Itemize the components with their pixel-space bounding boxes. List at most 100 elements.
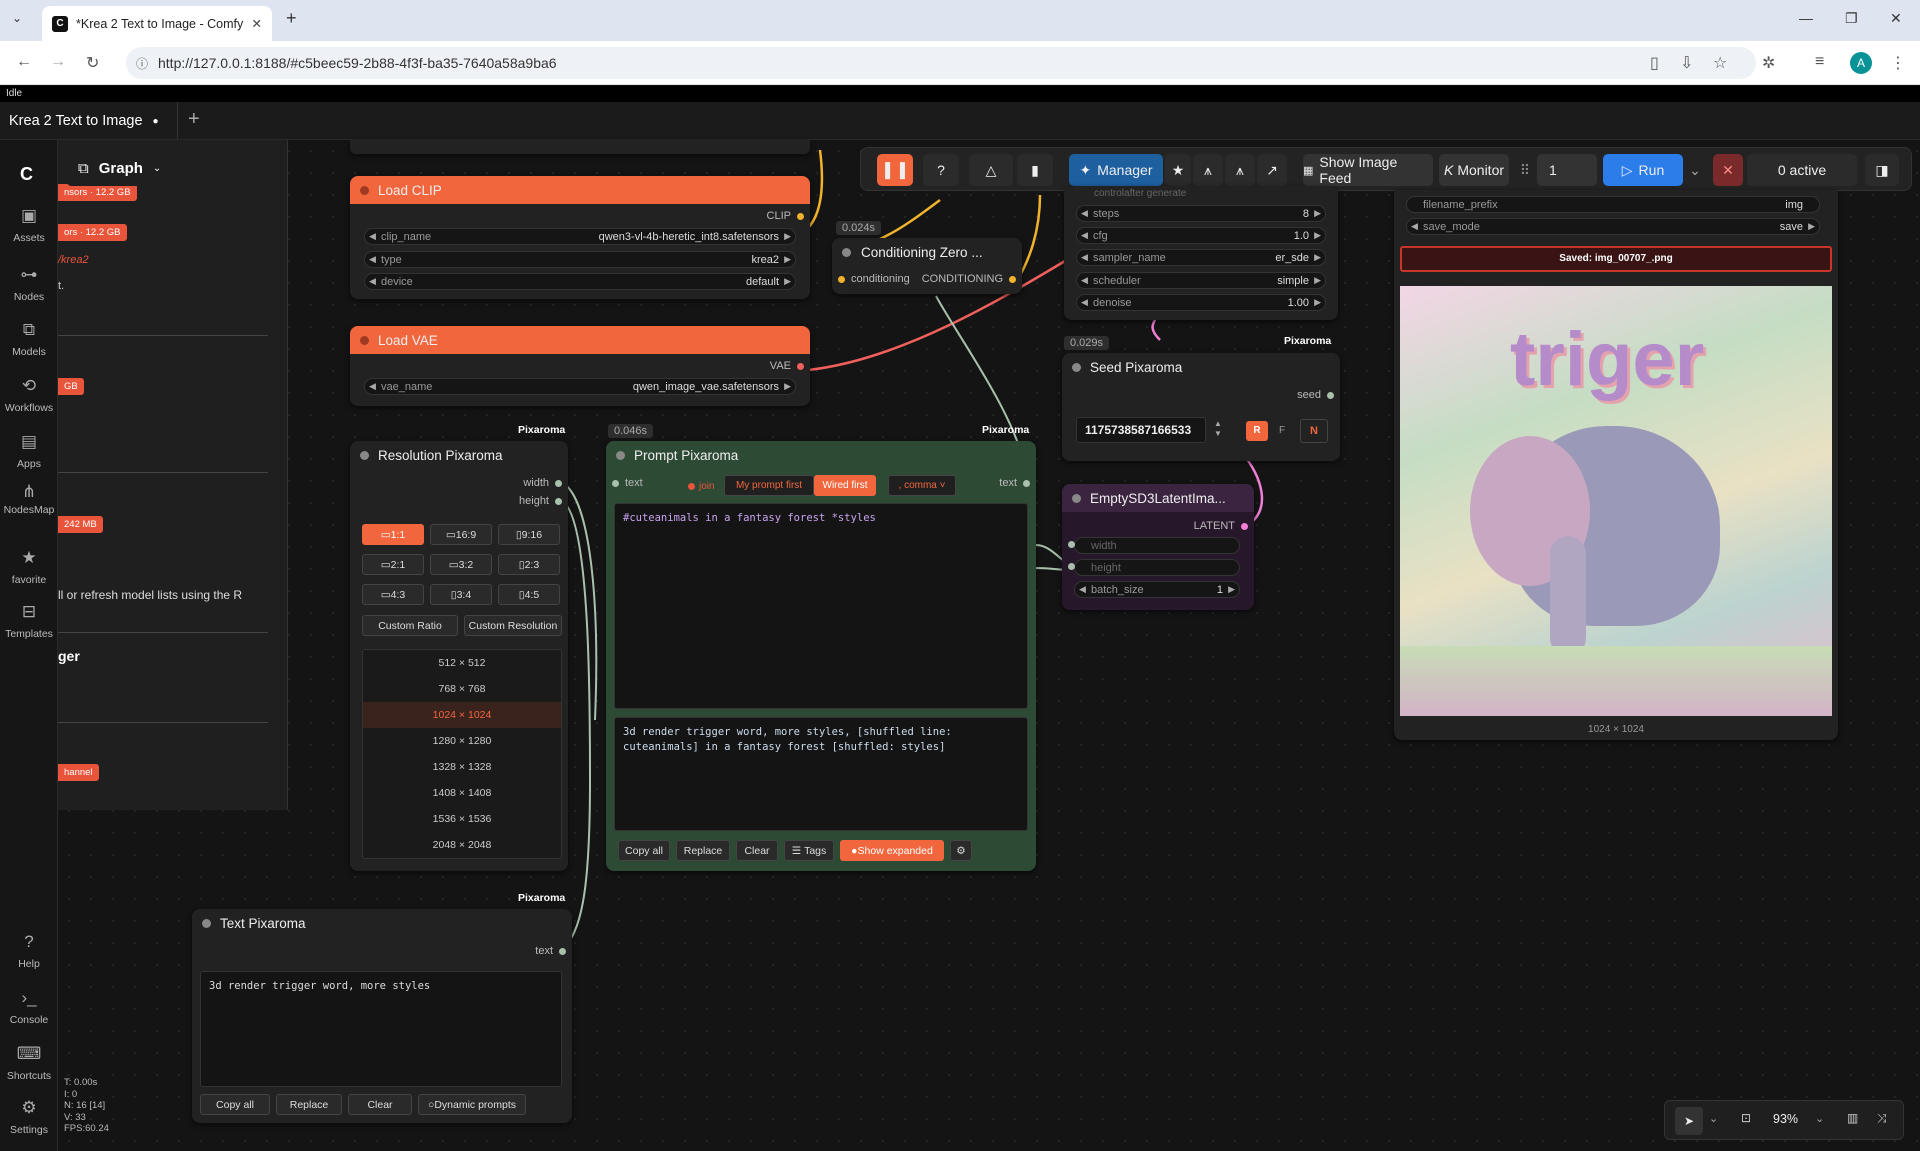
extensions-icon[interactable]: ✲ xyxy=(1762,53,1775,73)
batch-size-widget[interactable]: batch_size 1 xyxy=(1074,581,1240,598)
resolution-item[interactable]: 1280 × 1280 xyxy=(363,728,561,754)
copy-all-button[interactable]: Copy all xyxy=(200,1094,270,1115)
comfy-logo[interactable]: C xyxy=(20,164,33,185)
node-header[interactable]: Prompt Pixaroma xyxy=(606,441,1036,469)
denoise-widget[interactable]: denoise 1.00 xyxy=(1076,294,1326,311)
custom-ratio-button[interactable]: Custom Ratio xyxy=(362,615,458,636)
clear-button[interactable]: Clear xyxy=(736,840,778,861)
clip-name-widget[interactable]: clip_name qwen3-vl-4b-heretic_int8.safete… xyxy=(364,228,796,245)
collapse-dot[interactable] xyxy=(842,248,851,257)
steps-widget[interactable]: steps 8 xyxy=(1076,205,1326,222)
ratio-button[interactable]: ▭ 4:3 xyxy=(362,584,424,605)
back-icon[interactable]: ← xyxy=(16,53,32,71)
collapse-dot[interactable] xyxy=(360,336,369,345)
empty-latent-node[interactable]: EmptySD3LatentIma... LATENT width height… xyxy=(1062,484,1254,610)
sidebar-apps[interactable]: ▤ Apps xyxy=(0,432,58,470)
sidebar-help[interactable]: ? Help xyxy=(0,932,58,970)
cfg-widget[interactable]: cfg 1.0 xyxy=(1076,227,1326,244)
ratio-button[interactable]: ▭ 1:1 xyxy=(362,524,424,545)
collapse-dot[interactable] xyxy=(360,186,369,195)
slot-dot[interactable] xyxy=(797,212,804,220)
text-output[interactable]: text xyxy=(999,477,1030,489)
slot-dot[interactable] xyxy=(1009,275,1016,283)
save-mode-widget[interactable]: save_mode save xyxy=(1406,218,1820,235)
sidebar-console[interactable]: ›_ Console xyxy=(0,988,58,1026)
resolution-item[interactable]: 1536 × 1536 xyxy=(363,806,561,832)
node-header[interactable]: EmptySD3LatentIma... xyxy=(1062,484,1254,512)
panel-toggle-icon[interactable]: ◨ xyxy=(1865,154,1899,186)
slot-dot[interactable] xyxy=(838,275,845,283)
sidebar-nodes[interactable]: ⊶ Nodes xyxy=(0,265,58,303)
width-input-dot[interactable] xyxy=(1068,541,1075,548)
ratio-button[interactable]: ▯ 2:3 xyxy=(498,554,560,575)
dynamic-prompts-toggle[interactable]: ○ Dynamic prompts xyxy=(418,1094,526,1115)
join-toggle[interactable]: join xyxy=(688,481,715,492)
forward-icon[interactable]: → xyxy=(50,53,66,71)
run-button[interactable]: ▷ Run xyxy=(1603,154,1683,186)
slot-dot[interactable] xyxy=(612,479,619,487)
slot-dot[interactable] xyxy=(555,497,562,505)
scheduler-widget[interactable]: scheduler simple xyxy=(1076,272,1326,289)
add-workflow-icon[interactable]: + xyxy=(188,108,200,131)
slot-dot[interactable] xyxy=(1241,522,1248,530)
fit-view-icon[interactable]: ⊡ xyxy=(1741,1111,1751,1125)
sidebar-favorite[interactable]: ★ favorite xyxy=(0,548,58,586)
resolution-item[interactable]: 1408 × 1408 xyxy=(363,780,561,806)
latent-height-input[interactable]: height xyxy=(1074,559,1240,576)
hide-links-icon[interactable]: ⤨ xyxy=(1877,1111,1887,1126)
vae-name-widget[interactable]: vae_name qwen_image_vae.safetensors xyxy=(364,378,796,395)
sidebar-templates[interactable]: ⊟ Templates xyxy=(0,602,58,640)
ratio-button[interactable]: ▯ 4:5 xyxy=(498,584,560,605)
latent-width-input[interactable]: width xyxy=(1074,537,1240,554)
drag-handle-icon[interactable]: ⠿ xyxy=(1515,154,1535,186)
seed-output[interactable]: seed xyxy=(1297,389,1334,401)
site-info-icon[interactable]: ⓘ xyxy=(136,55,148,72)
node-header[interactable]: Seed Pixaroma xyxy=(1062,353,1340,381)
replace-button[interactable]: Replace xyxy=(276,1094,342,1115)
conditioning-output[interactable]: CONDITIONING xyxy=(922,273,1016,285)
sidebar-settings[interactable]: ⚙ Settings xyxy=(0,1098,58,1136)
tab-search-icon[interactable]: ⌄ xyxy=(12,11,22,25)
type-widget[interactable]: type krea2 xyxy=(364,251,796,268)
wired-first-button[interactable]: Wired first xyxy=(814,475,876,496)
profile-avatar[interactable]: A xyxy=(1850,52,1872,74)
node-header[interactable]: Text Pixaroma xyxy=(192,909,572,937)
height-output[interactable]: height xyxy=(519,495,562,507)
resolution-item-selected[interactable]: 1024 × 1024 xyxy=(363,702,561,728)
sidebar-assets[interactable]: ▣ Assets xyxy=(0,206,58,244)
install-icon[interactable]: ⇩ xyxy=(1680,53,1693,73)
workflow-tab[interactable]: Krea 2 Text to Image ● xyxy=(0,102,178,140)
settings-gear-icon[interactable]: ⚙ xyxy=(950,840,972,861)
browser-tab[interactable]: C *Krea 2 Text to Image - ComfyU ✕ xyxy=(42,6,272,41)
show-image-feed-button[interactable]: ▦ Show Image Feed xyxy=(1303,154,1433,186)
device-widget[interactable]: device default xyxy=(364,273,796,290)
restore-icon[interactable]: ❐ xyxy=(1845,10,1858,27)
zoom-menu-icon[interactable]: ⌄ xyxy=(1815,1112,1824,1125)
seed-pixaroma-node[interactable]: Seed Pixaroma seed 1175738587166533 ▲ ▼ R… xyxy=(1062,353,1340,461)
star-button-icon[interactable]: ★ xyxy=(1165,154,1191,186)
sidebar-shortcuts[interactable]: ⌨ Shortcuts xyxy=(0,1044,58,1082)
manager-button[interactable]: ✦ Manager xyxy=(1069,154,1163,186)
collapse-dot[interactable] xyxy=(1072,494,1081,503)
node-header[interactable]: Load VAE xyxy=(350,326,810,354)
collapse-dot[interactable] xyxy=(616,451,625,460)
triangle-icon[interactable]: △ xyxy=(969,154,1013,186)
copy-all-button[interactable]: Copy all xyxy=(618,840,670,861)
text-input[interactable]: text xyxy=(612,477,643,489)
slot-dot[interactable] xyxy=(559,947,566,955)
tool-menu-icon[interactable]: ⌄ xyxy=(1709,1112,1718,1125)
monitor-button[interactable]: K Monitor xyxy=(1439,154,1509,186)
browser-menu-icon[interactable]: ⋮ xyxy=(1890,53,1906,73)
sampler-name-widget[interactable]: sampler_name er_sde xyxy=(1076,249,1326,266)
vae-output[interactable]: VAE xyxy=(770,360,804,372)
seed-value-input[interactable]: 1175738587166533 xyxy=(1076,417,1206,443)
resolution-pixaroma-node[interactable]: Resolution Pixaroma width height ▭ 1:1 ▭… xyxy=(350,441,568,871)
conditioning-input[interactable]: conditioning xyxy=(838,273,910,285)
collapse-dot[interactable] xyxy=(202,919,211,928)
model-path[interactable]: /krea2 xyxy=(58,254,89,266)
clear-button[interactable]: Clear xyxy=(348,1094,412,1115)
model-b-icon[interactable]: ⩚ xyxy=(1225,154,1255,186)
sidebar-nodesmap[interactable]: ⋔ NodesMap xyxy=(0,483,58,516)
close-tab-icon[interactable]: ✕ xyxy=(252,16,262,31)
minimize-icon[interactable]: — xyxy=(1799,10,1813,26)
